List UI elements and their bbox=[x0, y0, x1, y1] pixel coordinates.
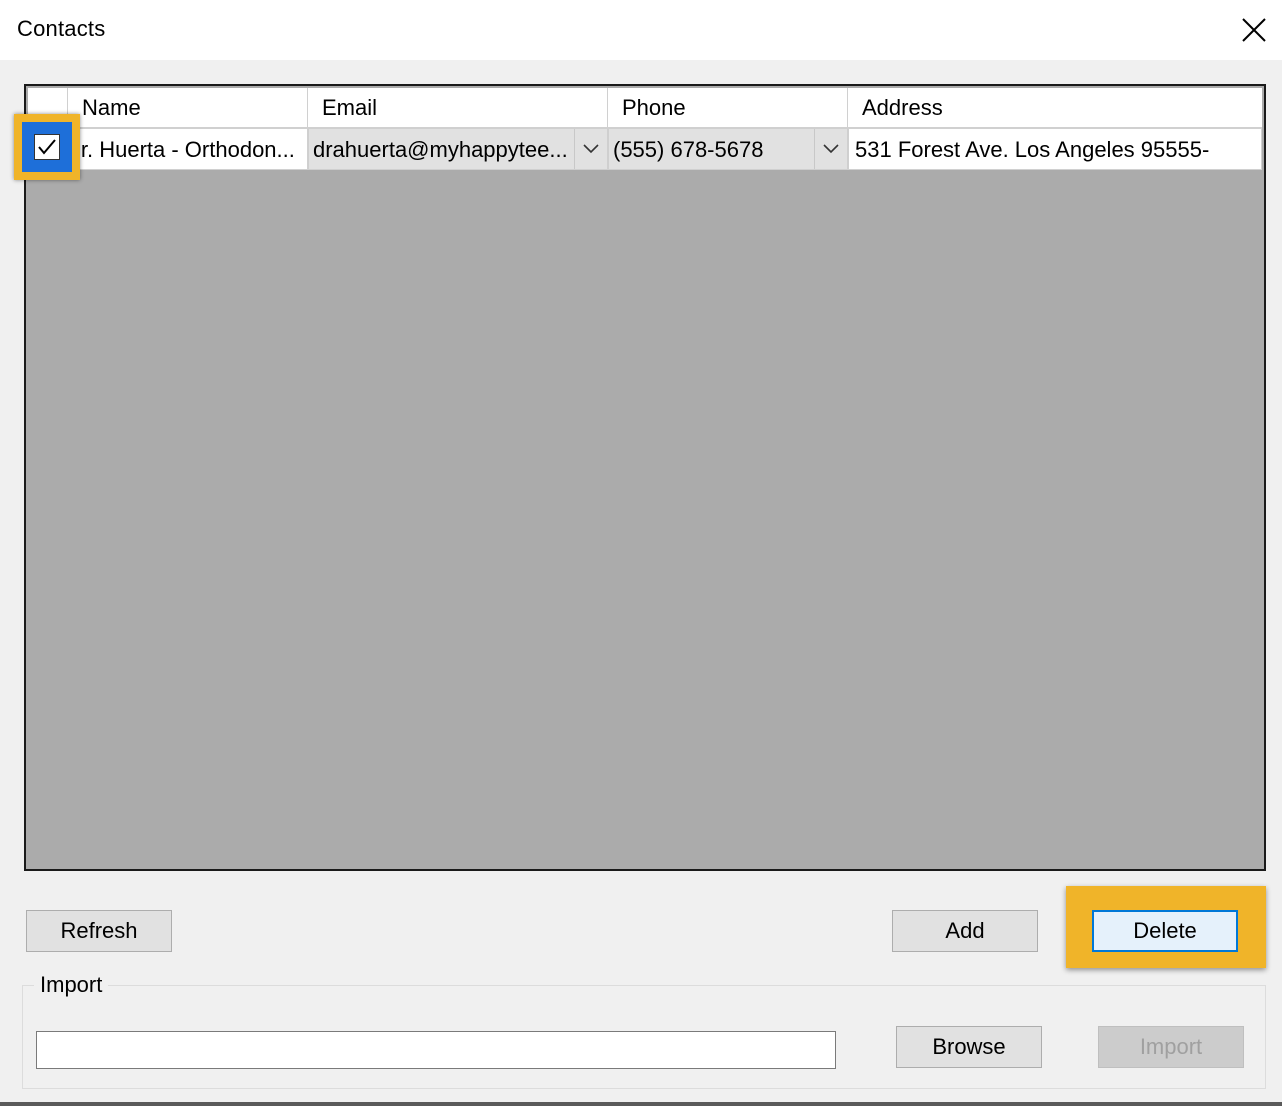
name-cell-text: Dr. Huerta - Orthodon... bbox=[68, 137, 295, 162]
column-header-phone-label: Phone bbox=[622, 95, 686, 120]
close-button[interactable] bbox=[1232, 10, 1276, 50]
window-bottom-border bbox=[0, 1102, 1282, 1106]
import-group-label: Import bbox=[34, 972, 109, 998]
title-bar: Contacts bbox=[0, 0, 1282, 60]
phone-dropdown-button[interactable] bbox=[814, 129, 847, 169]
checkmark-icon bbox=[38, 139, 56, 155]
add-button[interactable]: Add bbox=[892, 910, 1038, 952]
email-combo-value: drahuerta@myhappytee... bbox=[313, 137, 568, 162]
delete-button[interactable]: Delete bbox=[1092, 910, 1238, 952]
phone-combo[interactable]: (555) 678-5678 bbox=[608, 128, 848, 170]
row-select-checkbox[interactable] bbox=[22, 122, 72, 172]
address-cell[interactable]: 531 Forest Ave. Los Angeles 95555- bbox=[848, 128, 1262, 170]
window-title: Contacts bbox=[17, 16, 106, 41]
checkbox-box bbox=[34, 134, 60, 160]
import-button[interactable]: Import bbox=[1098, 1026, 1244, 1068]
chevron-down-icon bbox=[583, 144, 599, 154]
column-header-address-label: Address bbox=[862, 95, 943, 120]
close-icon bbox=[1242, 18, 1266, 42]
contacts-grid[interactable]: Name Email Phone Address Dr. Huerta - Or… bbox=[24, 84, 1266, 871]
column-header-name-label: Name bbox=[82, 95, 141, 120]
email-combo[interactable]: drahuerta@myhappytee... bbox=[308, 128, 608, 170]
browse-button[interactable]: Browse bbox=[896, 1026, 1042, 1068]
column-header-email-label: Email bbox=[322, 95, 378, 120]
column-header-phone[interactable]: Phone bbox=[608, 88, 848, 128]
column-header-name[interactable]: Name bbox=[68, 88, 308, 128]
email-dropdown-button[interactable] bbox=[574, 129, 607, 169]
import-path-input[interactable] bbox=[36, 1031, 836, 1069]
phone-combo-value: (555) 678-5678 bbox=[613, 137, 764, 162]
column-header-address[interactable]: Address bbox=[848, 88, 1262, 128]
row-select-highlight bbox=[14, 114, 80, 180]
refresh-button[interactable]: Refresh bbox=[26, 910, 172, 952]
column-header-email[interactable]: Email bbox=[308, 88, 608, 128]
name-cell[interactable]: Dr. Huerta - Orthodon... bbox=[68, 128, 308, 170]
chevron-down-icon bbox=[823, 144, 839, 154]
address-cell-text: 531 Forest Ave. Los Angeles 95555- bbox=[855, 137, 1210, 162]
